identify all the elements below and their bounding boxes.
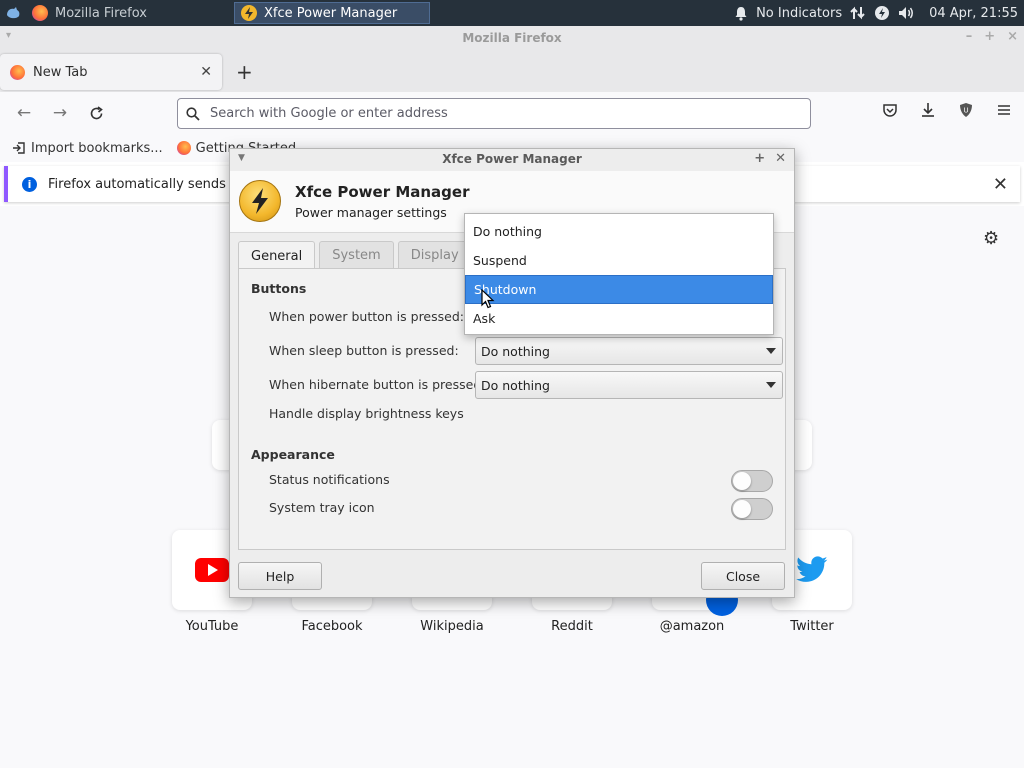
dialog-titlebar: ▼ Xfce Power Manager + ✕ <box>230 149 794 169</box>
minimize-icon[interactable]: – <box>966 29 973 44</box>
ublock-shield-icon[interactable]: U <box>958 102 974 118</box>
taskbar-firefox-label: Mozilla Firefox <box>55 5 147 21</box>
pocket-icon[interactable] <box>882 102 898 118</box>
shortcut-label-youtube: YouTube <box>185 619 239 634</box>
close-tab-icon[interactable]: ✕ <box>200 64 212 80</box>
toggle-knob <box>733 472 751 490</box>
taskbar-power-manager[interactable]: Xfce Power Manager <box>234 2 430 24</box>
mouse-pointer-icon <box>481 289 495 309</box>
tab-general[interactable]: General <box>238 241 316 271</box>
clock[interactable]: 04 Apr, 21:55 <box>929 6 1018 21</box>
close-button[interactable]: Close <box>701 562 785 590</box>
shortcut-label-amazon: @amazon <box>659 619 725 634</box>
firefox-titlebar: ▾ Mozilla Firefox – + × <box>0 26 1024 50</box>
top-panel: Mozilla Firefox Xfce Power Manager No In… <box>0 0 1024 26</box>
dialog-subheading: Power manager settings <box>295 205 447 220</box>
network-transfer-icon[interactable] <box>850 5 866 21</box>
power-manager-icon <box>241 5 257 21</box>
hibernate-button-label: When hibernate button is pressed: <box>269 377 486 392</box>
youtube-icon <box>195 558 229 582</box>
import-icon <box>13 142 25 154</box>
url-bar[interactable]: Search with Google or enter address <box>177 98 811 129</box>
reload-icon[interactable] <box>78 97 114 129</box>
shortcut-label-facebook: Facebook <box>301 619 363 634</box>
sleep-button-value: Do nothing <box>481 343 550 359</box>
option-shutdown[interactable]: Shutdown <box>465 275 773 304</box>
info-icon: i <box>22 176 37 192</box>
status-notifications-label: Status notifications <box>269 472 390 487</box>
twitter-bird-icon <box>796 556 828 582</box>
system-tray-label: System tray icon <box>269 500 375 515</box>
forward-arrow-icon[interactable]: → <box>42 97 78 129</box>
maximize-icon[interactable]: + <box>984 29 995 44</box>
close-window-icon[interactable]: ✕ <box>775 151 786 166</box>
tab-system[interactable]: System <box>319 241 394 269</box>
option-suspend[interactable]: Suspend <box>465 246 773 275</box>
taskbar-power-manager-label: Xfce Power Manager <box>264 5 398 21</box>
chevron-down-icon <box>766 382 776 388</box>
tab-title: New Tab <box>33 64 88 80</box>
taskbar-firefox[interactable]: Mozilla Firefox <box>26 2 222 24</box>
maximize-icon[interactable]: + <box>754 151 765 166</box>
firefox-icon <box>10 64 25 80</box>
bookmark-import[interactable]: Import bookmarks... <box>12 141 163 156</box>
brightness-keys-label: Handle display brightness keys <box>269 406 464 421</box>
shortcut-label-reddit: Reddit <box>551 619 593 634</box>
power-bolt-icon <box>239 180 281 222</box>
dialog-tabs: General System Display <box>238 241 472 271</box>
firefox-icon <box>176 141 191 155</box>
bell-icon[interactable] <box>734 6 748 21</box>
power-tray-icon[interactable] <box>874 5 890 21</box>
hibernate-button-combo[interactable]: Do nothing <box>475 371 783 399</box>
xfce-menu-icon[interactable] <box>0 0 26 26</box>
search-icon <box>186 106 200 121</box>
firefox-icon <box>32 5 48 21</box>
toggle-knob <box>733 500 751 518</box>
dialog-heading: Xfce Power Manager <box>295 183 470 201</box>
window-menu-icon[interactable]: ▼ <box>238 153 245 163</box>
status-notifications-toggle[interactable] <box>731 470 773 492</box>
hamburger-menu-icon[interactable] <box>996 102 1012 118</box>
bookmark-import-label: Import bookmarks... <box>31 140 163 156</box>
buttons-section-title: Buttons <box>251 281 307 296</box>
shortcut-label-wikipedia: Wikipedia <box>420 619 484 634</box>
hibernate-button-value: Do nothing <box>481 377 550 393</box>
sleep-button-combo[interactable]: Do nothing <box>475 337 783 365</box>
power-button-label: When power button is pressed: <box>269 309 464 324</box>
option-do-nothing[interactable]: Do nothing <box>465 217 773 246</box>
appearance-section-title: Appearance <box>251 447 335 462</box>
url-placeholder: Search with Google or enter address <box>210 106 448 121</box>
power-button-dropdown: Do nothing Suspend Shutdown Ask <box>464 213 774 335</box>
navigation-bar: ← → Search with Google or enter address … <box>0 92 1024 134</box>
close-notification-icon[interactable]: ✕ <box>993 174 1008 195</box>
option-ask[interactable]: Ask <box>465 304 773 333</box>
svg-text:U: U <box>963 107 968 115</box>
shortcut-label-twitter: Twitter <box>790 619 834 634</box>
close-window-icon[interactable]: × <box>1007 29 1018 44</box>
indicators-label[interactable]: No Indicators <box>756 6 842 21</box>
back-arrow-icon[interactable]: ← <box>6 97 42 129</box>
system-tray-toggle[interactable] <box>731 498 773 520</box>
window-menu-icon[interactable]: ▾ <box>6 30 11 41</box>
chevron-down-icon <box>766 348 776 354</box>
help-button[interactable]: Help <box>238 562 322 590</box>
tab-display[interactable]: Display <box>397 241 472 269</box>
sleep-button-label: When sleep button is pressed: <box>269 343 459 358</box>
gear-icon[interactable]: ⚙ <box>983 228 999 249</box>
tab-strip: New Tab ✕ + <box>0 50 1024 92</box>
new-tab-plus-icon[interactable]: + <box>236 62 253 82</box>
firefox-window-title: Mozilla Firefox <box>462 31 562 45</box>
downloads-icon[interactable] <box>920 102 936 118</box>
tab-new-tab[interactable]: New Tab ✕ <box>0 54 222 90</box>
dialog-title: Xfce Power Manager <box>442 152 582 166</box>
volume-icon[interactable] <box>898 5 915 21</box>
